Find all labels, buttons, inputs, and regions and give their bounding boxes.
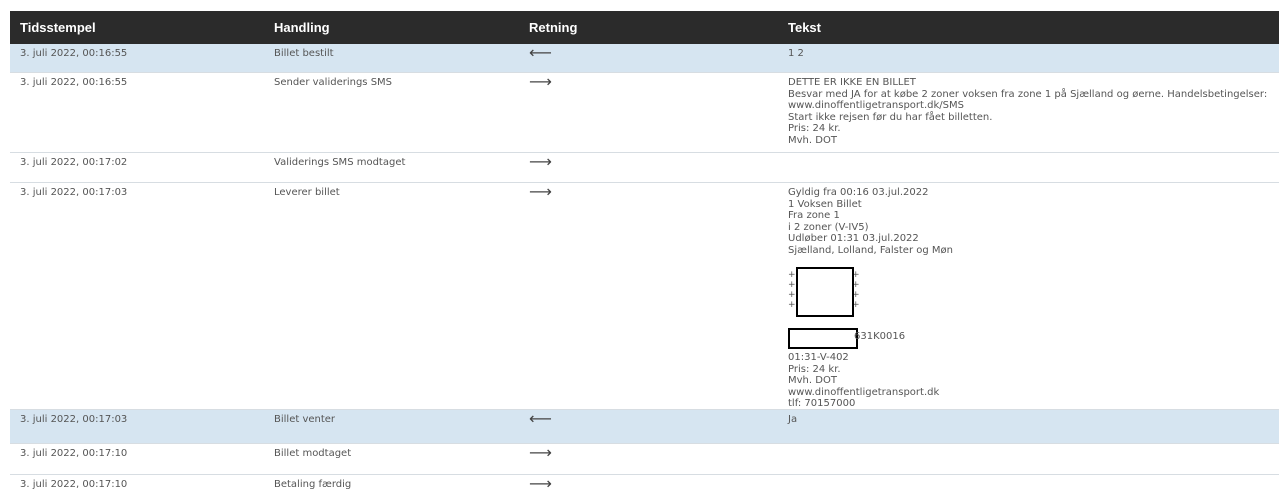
- action-cell: Sender validerings SMS: [274, 77, 393, 88]
- text-cell: Ja: [788, 414, 798, 425]
- arrow-right-icon: ⟶: [529, 474, 552, 493]
- table-row: 3. juli 2022, 00:16:55 Billet bestilt ⟵ …: [10, 44, 1279, 73]
- table-header: Tidsstempel Handling Retning Tekst: [10, 11, 1279, 44]
- timestamp-cell: 3. juli 2022, 00:16:55: [20, 77, 128, 88]
- action-cell: Billet modtaget: [274, 448, 352, 459]
- column-header-action[interactable]: Handling: [274, 11, 330, 44]
- table-row: 3. juli 2022, 00:16:55 Sender validering…: [10, 73, 1279, 153]
- action-cell: Billet venter: [274, 414, 336, 425]
- table-row: 3. juli 2022, 00:17:02 Validerings SMS m…: [10, 153, 1279, 183]
- ticket-code: 631K0016: [854, 331, 906, 342]
- action-cell: Validerings SMS modtaget: [274, 157, 406, 168]
- table-row: 3. juli 2022, 00:17:10 Billet modtaget ⟶: [10, 444, 1279, 475]
- arrow-right-icon: ⟶: [529, 443, 552, 462]
- action-cell: Billet bestilt: [274, 48, 334, 59]
- text-cell: Gyldig fra 00:16 03.jul.2022 1 Voksen Bi…: [788, 187, 953, 256]
- timestamp-cell: 3. juli 2022, 00:17:10: [20, 448, 128, 459]
- arrow-right-icon: ⟶: [529, 72, 552, 91]
- column-header-text[interactable]: Tekst: [788, 11, 821, 44]
- ticket-details: 01:31-V-402 Pris: 24 kr. Mvh. DOT www.di…: [788, 352, 940, 409]
- column-header-timestamp[interactable]: Tidsstempel: [20, 11, 96, 44]
- arrow-right-icon: ⟶: [529, 182, 552, 201]
- timestamp-cell: 3. juli 2022, 00:17:03: [20, 187, 128, 198]
- qr-code-redacted: + + + + + + + +: [788, 267, 860, 317]
- sms-log-table: Tidsstempel Handling Retning Tekst 3. ju…: [10, 11, 1279, 492]
- action-cell: Betaling færdig: [274, 479, 352, 490]
- arrow-left-icon: ⟵: [529, 43, 552, 62]
- timestamp-cell: 3. juli 2022, 00:16:55: [20, 48, 128, 59]
- redaction-box: [788, 328, 858, 349]
- table-row: 3. juli 2022, 00:17:03 Billet venter ⟵ J…: [10, 410, 1279, 444]
- action-cell: Leverer billet: [274, 187, 340, 198]
- table-row: 3. juli 2022, 00:17:10 Betaling færdig ⟶: [10, 475, 1279, 499]
- timestamp-cell: 3. juli 2022, 00:17:02: [20, 157, 128, 168]
- arrow-right-icon: ⟶: [529, 152, 552, 171]
- text-cell: DETTE ER IKKE EN BILLET Besvar med JA fo…: [788, 77, 1268, 146]
- text-cell: 1 2: [788, 48, 804, 59]
- arrow-left-icon: ⟵: [529, 409, 552, 428]
- timestamp-cell: 3. juli 2022, 00:17:03: [20, 414, 128, 425]
- column-header-direction[interactable]: Retning: [529, 11, 577, 44]
- timestamp-cell: 3. juli 2022, 00:17:10: [20, 479, 128, 490]
- table-row: 3. juli 2022, 00:17:03 Leverer billet ⟶ …: [10, 183, 1279, 410]
- redaction-box: [796, 267, 854, 317]
